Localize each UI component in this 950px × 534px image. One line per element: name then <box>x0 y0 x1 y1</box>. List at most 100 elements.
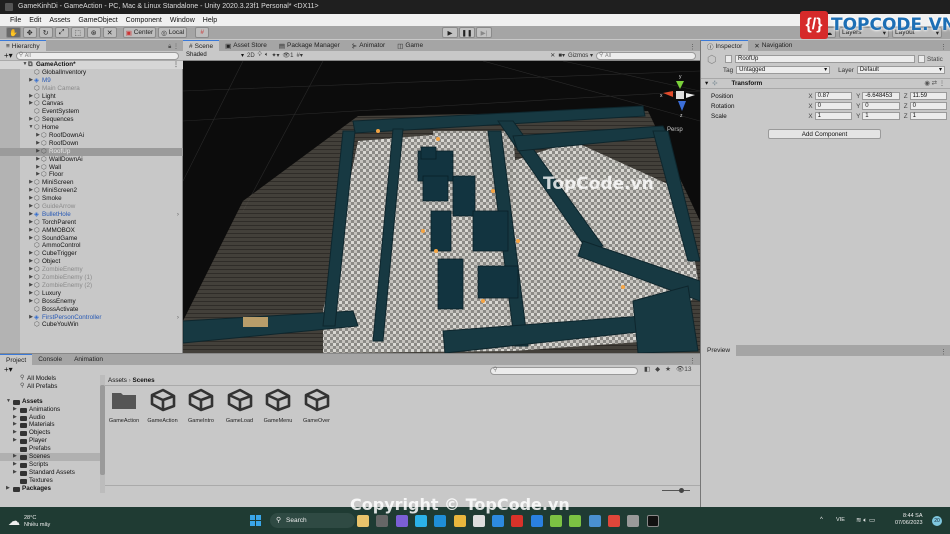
hierarchy-item[interactable]: ▶ ⬡ BossEnemy <box>0 298 183 306</box>
project-folder-item[interactable]: ▶ Scripts <box>0 461 100 469</box>
asset-item[interactable]: GameAction <box>145 386 181 424</box>
active-checkbox[interactable] <box>725 55 732 63</box>
scale-tool-button[interactable]: ⤢ <box>54 27 69 38</box>
hierarchy-item[interactable]: ▶ ⬡ RoofUp <box>0 147 183 156</box>
more-icon[interactable]: ⋮ <box>940 348 950 356</box>
hierarchy-item[interactable]: ▶ ⬡ WallDownAi <box>0 156 183 164</box>
tab-package-manager[interactable]: ▤ Package Manager <box>273 40 346 51</box>
slider-thumb[interactable] <box>679 488 685 493</box>
taskbar-app-mail-icon[interactable] <box>492 515 505 527</box>
hierarchy-item[interactable]: ▶ ⬡ ZombieEnemy <box>0 266 183 274</box>
expand-arrow-icon[interactable]: ▶ <box>13 414 17 422</box>
transform-header[interactable]: ▾ ⊹ Transform ◉ ⇄ ⋮ <box>701 78 950 89</box>
tab-game[interactable]: ◫ Game <box>391 40 429 51</box>
pivot-toggle[interactable]: ▣ Center <box>122 27 157 38</box>
hierarchy-item[interactable]: ⬡ Main Camera <box>0 85 183 93</box>
grid-toggle-icon[interactable]: #▾ <box>297 52 303 59</box>
hierarchy-item[interactable]: ▶ ⬡ Sequences <box>0 116 183 124</box>
position-y-field[interactable]: -6.648453 <box>862 92 900 100</box>
hierarchy-item[interactable]: ⬡ CubeYouWin <box>0 321 183 329</box>
hidden-packages-toggle[interactable]: 👁︎13 <box>676 365 692 373</box>
expand-arrow-icon[interactable]: ▶ <box>13 437 17 445</box>
weather-icon[interactable]: ☁ <box>8 514 20 528</box>
start-button[interactable] <box>250 515 261 526</box>
component-menu-icons[interactable]: ◉ ⇄ ⋮ <box>924 80 945 87</box>
hierarchy-item[interactable]: ▶ ⬡ Light <box>0 93 183 101</box>
hierarchy-item[interactable]: ▶ ⬡ Object <box>0 258 183 266</box>
project-folder-item[interactable]: ▶ Standard Assets <box>0 469 100 477</box>
scrollbar-thumb[interactable] <box>100 385 105 475</box>
taskbar-app-notepad-icon[interactable] <box>588 515 601 527</box>
pause-button[interactable]: ❚❚ <box>459 27 475 38</box>
lighting-toggle-icon[interactable]: 💡︎ <box>258 52 262 59</box>
taskbar-app-safari-icon[interactable] <box>530 515 543 527</box>
tab-navigation[interactable]: ✕ Navigation <box>748 40 798 51</box>
static-checkbox[interactable] <box>918 55 925 63</box>
expand-arrow-icon[interactable]: ▶ <box>13 453 17 461</box>
expand-arrow-icon[interactable]: ▶ <box>13 469 17 477</box>
menu-help[interactable]: Help <box>199 17 221 24</box>
taskbar-app-store-icon[interactable] <box>472 515 485 527</box>
hierarchy-item[interactable]: ▶ ⬡ GuideArrow <box>0 203 183 211</box>
menu-assets[interactable]: Assets <box>45 17 74 24</box>
hierarchy-item[interactable]: ▶ ⬡ MiniScreen2 <box>0 187 183 195</box>
tab-project[interactable]: Project <box>0 354 33 365</box>
position-x-field[interactable]: 0.87 <box>814 92 853 100</box>
filter-by-label-icon[interactable]: ◆ <box>655 365 660 373</box>
taskbar-app-file-explorer-icon[interactable] <box>453 515 466 527</box>
asset-item[interactable]: GameIntro <box>183 386 219 424</box>
tools-icon[interactable]: ✕ <box>550 52 555 59</box>
taskbar-search[interactable]: ⚲ Search <box>270 513 355 528</box>
hierarchy-item[interactable]: ▶ ⬡ Wall <box>0 164 183 172</box>
create-button[interactable]: +▾ <box>4 51 13 60</box>
network-volume-battery[interactable]: ≋ 🔈︎ ▭ <box>856 516 875 525</box>
more-icon[interactable]: ⋮ <box>689 43 700 51</box>
expand-arrow-icon[interactable]: ▶ <box>13 421 17 429</box>
taskbar-app-teams-icon[interactable] <box>395 515 408 527</box>
tab-inspector[interactable]: ⓘ Inspector <box>701 40 749 51</box>
hierarchy-item[interactable]: ▶ ◈ M9 <box>0 77 183 85</box>
notification-badge[interactable]: 20 <box>932 516 942 526</box>
taskbar-app-edge-icon[interactable] <box>434 515 447 527</box>
taskbar-app-unity-hub-icon[interactable] <box>627 515 640 527</box>
open-prefab-icon[interactable]: › <box>177 314 179 322</box>
space-toggle[interactable]: ◎ Local <box>158 27 188 38</box>
hierarchy-item[interactable]: ▶ ⬡ MiniScreen <box>0 179 183 187</box>
hierarchy-item[interactable]: ▼ ⬡ Home <box>0 124 183 132</box>
play-button[interactable]: ▶ <box>442 27 458 38</box>
audio-toggle-icon[interactable]: 🔈︎ <box>265 52 269 59</box>
hierarchy-item[interactable]: ▶ ◈ BulletHole › <box>0 211 183 219</box>
favorite-item[interactable]: ⚲ All Prefabs <box>0 383 100 391</box>
hierarchy-item[interactable]: ▶ ⬡ ZombieEnemy (1) <box>0 274 183 282</box>
project-folder-item[interactable]: ▶ Packages <box>0 485 100 493</box>
create-asset-button[interactable]: +▾ <box>4 365 13 374</box>
taskbar-app-wps-icon[interactable] <box>511 515 524 527</box>
tab-preview[interactable]: Preview <box>701 345 737 356</box>
filter-by-type-icon[interactable]: ◧ <box>644 365 650 373</box>
project-folder-item[interactable]: ▶ Objects <box>0 429 100 437</box>
step-button[interactable]: ▶| <box>476 27 492 38</box>
more-icon[interactable]: ⋮ <box>940 43 950 51</box>
tab-animation[interactable]: Animation <box>68 354 109 365</box>
shading-mode-dropdown[interactable]: Shaded ▾ <box>186 52 244 59</box>
weather-widget[interactable]: 28°C Nhiều mây <box>24 515 50 529</box>
breadcrumb-scenes[interactable]: Scenes <box>133 377 155 384</box>
asset-item[interactable]: GameLoad <box>222 386 258 424</box>
rotation-x-field[interactable]: 0 <box>814 102 853 110</box>
hierarchy-item[interactable]: ⬡ EventSystem <box>0 108 183 116</box>
object-name-field[interactable]: RoofUp <box>735 55 915 63</box>
project-folder-item[interactable]: ▶ Animations <box>0 406 100 414</box>
hierarchy-item[interactable]: ▶ ⬡ CubeTrigger <box>0 250 183 258</box>
hierarchy-item[interactable]: ▶ ⬡ Luxury <box>0 290 183 298</box>
breadcrumb-assets[interactable]: Assets <box>108 377 127 384</box>
hierarchy-item[interactable]: ▶ ◈ FirstPersonController › <box>0 314 183 322</box>
hierarchy-item[interactable]: ▶ ⬡ Floor <box>0 171 183 179</box>
menu-component[interactable]: Component <box>122 17 166 24</box>
tray-overflow-icon[interactable]: ^ <box>820 517 823 523</box>
rotation-y-field[interactable]: 0 <box>862 102 900 110</box>
tab-console[interactable]: Console <box>32 354 68 365</box>
more-icon[interactable]: ⋮ <box>173 61 179 69</box>
tab-hierarchy[interactable]: ≡ Hierarchy <box>0 40 46 51</box>
menu-gameobject[interactable]: GameObject <box>74 17 121 24</box>
move-tool-button[interactable]: ✥ <box>22 27 37 38</box>
